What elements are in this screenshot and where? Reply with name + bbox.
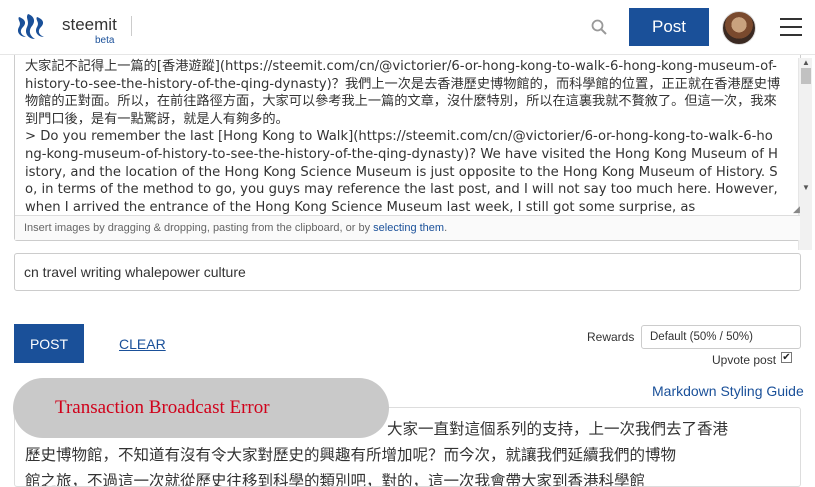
editor-scrollbar[interactable]: ▲ ▼ — [798, 58, 812, 250]
image-upload-hint: Insert images by dragging & dropping, pa… — [15, 215, 800, 240]
brand-name[interactable]: steemit — [62, 15, 117, 35]
preview-line: 館之旅，不過這一次就從歷史往移到科學的類別吧，對的，這一次我會帶大家到香港科學館 — [25, 472, 646, 487]
header-post-button[interactable]: Post — [629, 8, 709, 46]
search-icon[interactable] — [591, 19, 607, 35]
user-avatar[interactable] — [722, 11, 756, 45]
tags-input[interactable]: cn travel writing whalepower culture — [14, 253, 801, 291]
scroll-down-arrow-icon[interactable]: ▼ — [802, 183, 810, 192]
editor-textarea[interactable]: 大家記不記得上一篇的[香港遊蹤](https://steemit.com/cn/… — [25, 58, 781, 215]
header-divider — [131, 16, 132, 36]
steemit-logo-icon[interactable] — [14, 10, 48, 44]
rewards-label: Rewards — [587, 330, 635, 344]
markdown-editor[interactable]: 大家記不記得上一篇的[香港遊蹤](https://steemit.com/cn/… — [14, 55, 812, 250]
upvote-post-checkbox[interactable]: ✔ — [781, 352, 792, 363]
upvote-post-label: Upvote post — [712, 353, 777, 367]
resize-handle-icon[interactable]: ◢ — [793, 204, 803, 214]
markdown-styling-guide-link[interactable]: Markdown Styling Guide — [652, 383, 804, 399]
preview-line: 歷史博物館，不知道有沒有令大家對歷史的興趣有所增加呢？而今次，就讓我們延續我們的… — [25, 446, 677, 464]
top-header: steemit beta Post — [0, 0, 815, 55]
transaction-error-toast[interactable]: Transaction Broadcast Error — [13, 378, 389, 438]
scroll-up-arrow-icon[interactable]: ▲ — [802, 58, 810, 67]
hamburger-menu-icon[interactable] — [780, 18, 802, 36]
scroll-thumb[interactable] — [801, 68, 811, 84]
beta-label: beta — [95, 35, 115, 46]
post-submit-button[interactable]: POST — [14, 324, 84, 363]
editor-paragraph-english: > Do you remember the last [Hong Kong to… — [25, 129, 778, 215]
rewards-select[interactable]: Default (50% / 50%) — [641, 325, 801, 349]
editor-paragraph-chinese: 大家記不記得上一篇的[香港遊蹤](https://steemit.com/cn/… — [25, 59, 781, 127]
clear-button[interactable]: CLEAR — [119, 336, 166, 352]
select-images-link[interactable]: selecting them — [373, 222, 444, 234]
